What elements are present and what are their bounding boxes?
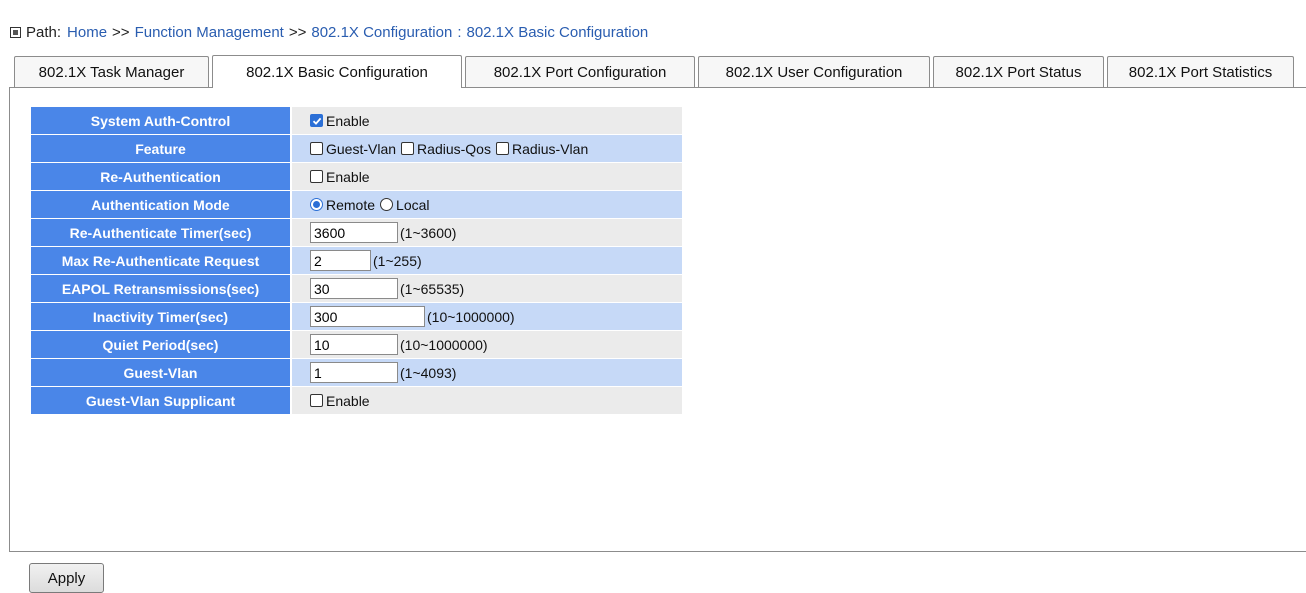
- radius-vlan-checkbox[interactable]: [495, 142, 509, 155]
- panel-border-left: [9, 87, 10, 551]
- remote-radio[interactable]: [310, 198, 323, 211]
- re-auth-timer-range: (1~3600): [400, 224, 457, 241]
- inactivity-timer-input[interactable]: [310, 306, 425, 327]
- tab-bar: 802.1X Task Manager 802.1X Basic Configu…: [14, 55, 1294, 88]
- label-eapol-retransmissions: EAPOL Retransmissions(sec): [31, 275, 290, 302]
- guest-vlan-checkbox[interactable]: [310, 142, 323, 155]
- remote-option: Remote: [326, 196, 376, 213]
- row-guest-vlan-supplicant: Guest-Vlan Supplicant Enable: [31, 387, 682, 414]
- panel-border-bottom: [9, 551, 1306, 552]
- quiet-period-range: (10~1000000): [400, 336, 488, 353]
- tab-basic-configuration[interactable]: 802.1X Basic Configuration: [212, 55, 462, 88]
- path-label: Path:: [26, 23, 62, 41]
- breadcrumb-8021x-configuration[interactable]: 802.1X Configuration: [311, 24, 452, 41]
- label-guest-vlan: Guest-Vlan: [31, 359, 290, 386]
- label-re-authentication: Re-Authentication: [31, 163, 290, 190]
- row-inactivity-timer: Inactivity Timer(sec) (10~1000000): [31, 303, 682, 330]
- guest-vlan-range: (1~4093): [400, 364, 457, 381]
- max-re-auth-request-input[interactable]: [310, 250, 371, 271]
- apply-button[interactable]: Apply: [29, 563, 104, 593]
- local-option: Local: [396, 196, 430, 213]
- label-feature: Feature: [31, 135, 290, 162]
- label-guest-vlan-supplicant: Guest-Vlan Supplicant: [31, 387, 290, 414]
- re-authentication-checkbox[interactable]: [310, 170, 323, 183]
- breadcrumb-separator: >>: [112, 23, 130, 41]
- tab-user-configuration[interactable]: 802.1X User Configuration: [698, 56, 930, 87]
- checkmark-icon: [312, 117, 321, 125]
- row-re-authentication: Re-Authentication Enable: [31, 163, 682, 190]
- row-max-re-auth-request: Max Re-Authenticate Request (1~255): [31, 247, 682, 274]
- guest-vlan-input[interactable]: [310, 362, 398, 383]
- label-quiet-period: Quiet Period(sec): [31, 331, 290, 358]
- row-feature: Feature Guest-Vlan Radius-Qos Radius-Vla…: [31, 135, 682, 162]
- radius-qos-option: Radius-Qos: [417, 140, 491, 157]
- radius-qos-checkbox[interactable]: [401, 142, 415, 155]
- row-system-auth-control: System Auth-Control Enable: [31, 107, 682, 134]
- eapol-retransmissions-input[interactable]: [310, 278, 398, 299]
- label-authentication-mode: Authentication Mode: [31, 191, 290, 218]
- eapol-retransmissions-range: (1~65535): [400, 280, 465, 297]
- row-re-auth-timer: Re-Authenticate Timer(sec) (1~3600): [31, 219, 682, 246]
- tab-task-manager[interactable]: 802.1X Task Manager: [14, 56, 209, 87]
- path-square-icon: [10, 26, 21, 38]
- tab-port-configuration[interactable]: 802.1X Port Configuration: [465, 56, 695, 87]
- breadcrumb-current-page: 802.1X Basic Configuration: [466, 23, 649, 41]
- guest-vlan-option: Guest-Vlan: [326, 140, 397, 157]
- breadcrumb-function-management[interactable]: Function Management: [135, 24, 284, 41]
- label-re-auth-timer: Re-Authenticate Timer(sec): [31, 219, 290, 246]
- max-re-auth-request-range: (1~255): [373, 252, 422, 269]
- re-auth-timer-input[interactable]: [310, 222, 398, 243]
- guest-vlan-supplicant-option: Enable: [326, 392, 370, 409]
- radius-vlan-option: Radius-Vlan: [511, 140, 589, 157]
- label-inactivity-timer: Inactivity Timer(sec): [31, 303, 290, 330]
- breadcrumb-separator: :: [457, 23, 462, 41]
- row-authentication-mode: Authentication Mode Remote Local: [31, 191, 682, 218]
- tab-port-status[interactable]: 802.1X Port Status: [933, 56, 1104, 87]
- guest-vlan-supplicant-checkbox[interactable]: [310, 394, 323, 407]
- re-authentication-option: Enable: [326, 168, 370, 185]
- tab-divider: [9, 87, 1306, 88]
- row-quiet-period: Quiet Period(sec) (10~1000000): [31, 331, 682, 358]
- row-eapol-retransmissions: EAPOL Retransmissions(sec) (1~65535): [31, 275, 682, 302]
- breadcrumb-home[interactable]: Home: [67, 24, 107, 41]
- breadcrumb: Path: Home >> Function Management >> 802…: [10, 22, 648, 42]
- system-auth-control-checkbox[interactable]: [310, 114, 323, 127]
- local-radio[interactable]: [380, 198, 394, 211]
- quiet-period-input[interactable]: [310, 334, 398, 355]
- tab-port-statistics[interactable]: 802.1X Port Statistics: [1107, 56, 1294, 87]
- label-system-auth-control: System Auth-Control: [31, 107, 290, 134]
- basic-config-form: System Auth-Control Enable Feature Guest…: [31, 107, 682, 415]
- inactivity-timer-range: (10~1000000): [427, 308, 515, 325]
- breadcrumb-separator: >>: [288, 23, 307, 41]
- label-max-re-auth-request: Max Re-Authenticate Request: [31, 247, 290, 274]
- row-guest-vlan: Guest-Vlan (1~4093): [31, 359, 682, 386]
- system-auth-control-option: Enable: [326, 112, 370, 129]
